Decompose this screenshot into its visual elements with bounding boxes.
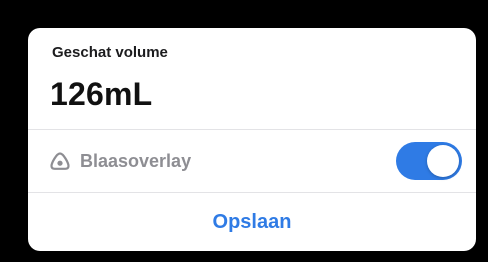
save-button[interactable]: Opslaan	[28, 193, 476, 251]
volume-caption: Geschat volume	[52, 44, 168, 61]
volume-value: 126mL	[50, 76, 153, 112]
volume-card: Geschat volume 126mL Blaasoverlay Opslaa…	[28, 28, 476, 251]
bladder-overlay-toggle[interactable]	[396, 142, 462, 180]
bladder-overlay-label: Blaasoverlay	[80, 151, 192, 171]
bladder-icon	[50, 152, 70, 170]
bladder-overlay-row: Blaasoverlay	[28, 130, 476, 192]
toggle-knob	[427, 145, 459, 177]
